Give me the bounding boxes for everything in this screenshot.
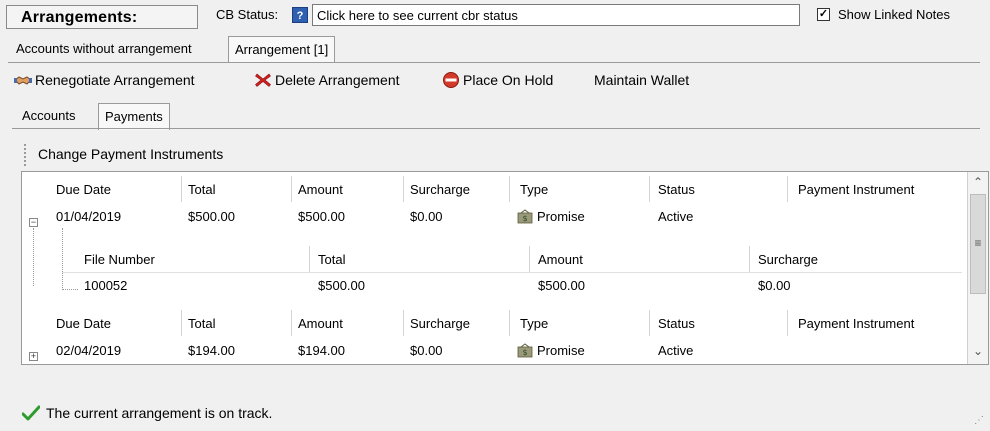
row-expand-toggle[interactable]: + bbox=[29, 352, 38, 361]
arrangement-status: The current arrangement is on track. bbox=[22, 405, 272, 421]
scroll-grip-icon: ≡ bbox=[974, 236, 982, 250]
detail-amount: $500.00 bbox=[538, 278, 585, 293]
row2-surcharge: $0.00 bbox=[410, 343, 443, 358]
page-title: Arrangements: bbox=[6, 5, 198, 29]
column-header-due-date[interactable]: Due Date bbox=[56, 176, 182, 202]
column-header-amount[interactable]: Amount bbox=[298, 176, 404, 202]
column-header-surcharge[interactable]: Surcharge bbox=[410, 176, 510, 202]
row1-status: Active bbox=[658, 209, 694, 224]
cb-status-field[interactable]: Click here to see current cbr status bbox=[312, 4, 800, 26]
row2-type-label: Promise bbox=[537, 343, 585, 358]
column-header-payment-instrument[interactable]: Payment Instrument bbox=[798, 176, 966, 202]
tab-arrangement[interactable]: Arrangement [1] bbox=[228, 36, 336, 63]
subtab-divider bbox=[12, 128, 980, 129]
column-header-status[interactable]: Status bbox=[658, 310, 788, 336]
change-payment-instruments-link[interactable]: Change Payment Instruments bbox=[38, 146, 223, 162]
row1-total: $500.00 bbox=[188, 209, 235, 224]
detail-divider bbox=[62, 272, 962, 273]
column-header-total[interactable]: Total bbox=[188, 176, 292, 202]
column-header-type[interactable]: Type bbox=[520, 176, 650, 202]
column-header-total[interactable]: Total bbox=[188, 310, 292, 336]
panel-grip bbox=[24, 144, 26, 166]
wallet-label: Maintain Wallet bbox=[594, 72, 690, 88]
detail-surcharge: $0.00 bbox=[758, 278, 791, 293]
money-bag-icon: $ bbox=[517, 343, 533, 358]
column-header-status[interactable]: Status bbox=[658, 176, 788, 202]
stop-sign-icon bbox=[443, 72, 459, 88]
tab-accounts-without-arrangement[interactable]: Accounts without arrangement bbox=[10, 36, 198, 62]
detail-tree-branch bbox=[62, 289, 78, 290]
show-linked-notes-checkbox[interactable]: ✓ bbox=[817, 8, 830, 21]
detail-header-file-number[interactable]: File Number bbox=[84, 246, 310, 272]
column-header-type[interactable]: Type bbox=[520, 310, 650, 336]
row2-due-date: 02/04/2019 bbox=[56, 343, 122, 358]
show-linked-notes-label: Show Linked Notes bbox=[838, 7, 951, 22]
delete-label: Delete Arrangement bbox=[275, 72, 400, 88]
cbr-info-icon[interactable]: ? bbox=[292, 7, 308, 23]
tab-payments[interactable]: Payments bbox=[98, 103, 170, 130]
row2-status: Active bbox=[658, 343, 694, 358]
tab-divider bbox=[8, 62, 980, 63]
scroll-down-arrow-icon[interactable]: ⌄ bbox=[968, 344, 988, 358]
detail-header-surcharge[interactable]: Surcharge bbox=[758, 246, 958, 272]
place-on-hold-button[interactable]: Place On Hold bbox=[442, 72, 553, 88]
column-header-due-date[interactable]: Due Date bbox=[56, 310, 182, 336]
row1-surcharge: $0.00 bbox=[410, 209, 443, 224]
row2-type: $ Promise bbox=[516, 343, 585, 358]
row1-amount: $500.00 bbox=[298, 209, 345, 224]
renegotiate-arrangement-button[interactable]: Renegotiate Arrangement bbox=[14, 72, 195, 88]
detail-file-number: 100052 bbox=[84, 278, 128, 293]
svg-text:$: $ bbox=[522, 214, 527, 223]
payments-grid: Due Date Total Amount Surcharge Type Sta… bbox=[21, 171, 989, 365]
grid-scrollbar[interactable]: ⌃ ≡ ⌄ bbox=[967, 172, 988, 364]
renegotiate-label: Renegotiate Arrangement bbox=[35, 72, 195, 88]
detail-header-total[interactable]: Total bbox=[318, 246, 530, 272]
column-header-amount[interactable]: Amount bbox=[298, 310, 404, 336]
delete-arrangement-button[interactable]: Delete Arrangement bbox=[254, 72, 400, 88]
row2-amount: $194.00 bbox=[298, 343, 345, 358]
svg-text:$: $ bbox=[522, 348, 527, 357]
detail-tree-line bbox=[62, 228, 63, 290]
handshake-icon bbox=[14, 76, 32, 85]
scroll-up-arrow-icon[interactable]: ⌃ bbox=[968, 175, 988, 189]
row1-due-date: 01/04/2019 bbox=[56, 209, 122, 224]
tree-line bbox=[33, 228, 34, 286]
cb-status-label: CB Status: bbox=[216, 7, 279, 22]
detail-total: $500.00 bbox=[318, 278, 365, 293]
maintain-wallet-button[interactable]: Maintain Wallet bbox=[594, 72, 689, 88]
green-check-icon bbox=[22, 405, 40, 421]
row2-total: $194.00 bbox=[188, 343, 235, 358]
column-header-payment-instrument[interactable]: Payment Instrument bbox=[798, 310, 966, 336]
status-message: The current arrangement is on track. bbox=[46, 405, 273, 421]
row1-type: $ Promise bbox=[516, 209, 585, 224]
tab-accounts[interactable]: Accounts bbox=[16, 103, 81, 129]
hold-label: Place On Hold bbox=[463, 72, 554, 88]
detail-header-amount[interactable]: Amount bbox=[538, 246, 750, 272]
row1-type-label: Promise bbox=[537, 209, 585, 224]
red-x-icon bbox=[255, 73, 271, 87]
resize-grip-icon[interactable]: ⋰ bbox=[974, 415, 986, 427]
row-collapse-toggle[interactable]: − bbox=[29, 218, 38, 227]
column-header-surcharge[interactable]: Surcharge bbox=[410, 310, 510, 336]
money-bag-icon: $ bbox=[517, 209, 533, 224]
